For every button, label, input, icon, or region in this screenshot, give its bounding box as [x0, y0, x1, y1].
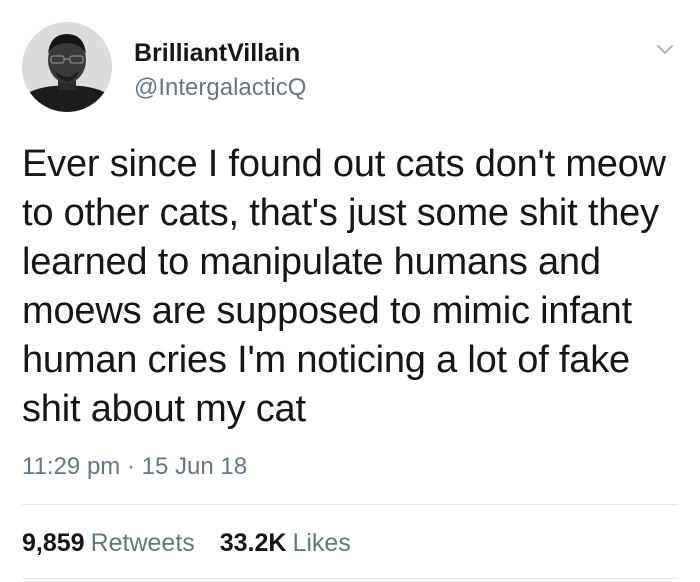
likes-stat[interactable]: 33.2K Likes	[220, 528, 351, 558]
user-names: BrilliantVillain @IntergalacticQ	[134, 38, 306, 102]
retweets-stat[interactable]: 9,859 Retweets	[22, 528, 195, 558]
likes-count: 33.2K	[219, 529, 287, 557]
tweet-text: Ever since I found out cats don't meow t…	[22, 143, 666, 430]
profile-photo-icon	[22, 22, 112, 112]
display-name[interactable]: BrilliantVillain	[134, 38, 306, 68]
divider	[22, 504, 678, 505]
tweet-stats: 9,859 Retweets 33.2K Likes	[22, 528, 351, 558]
tweet-timestamp[interactable]: 11:29 pm · 15 Jun 18	[22, 452, 247, 482]
retweets-label: Retweets	[90, 529, 195, 557]
chevron-down-icon[interactable]	[654, 38, 676, 60]
tweet-card: BrilliantVillain @IntergalacticQ Ever si…	[0, 0, 700, 582]
avatar[interactable]	[22, 22, 112, 112]
tweet-header: BrilliantVillain @IntergalacticQ	[22, 22, 682, 118]
divider	[22, 578, 678, 579]
likes-label: Likes	[292, 529, 351, 557]
retweets-count: 9,859	[22, 529, 85, 557]
user-handle[interactable]: @IntergalacticQ	[134, 74, 306, 102]
